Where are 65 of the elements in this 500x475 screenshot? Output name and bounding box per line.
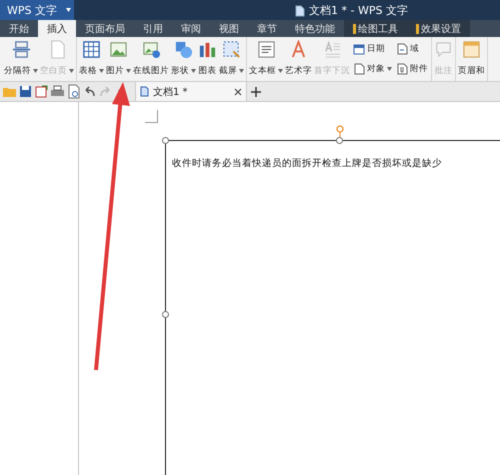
caret-icon	[191, 69, 196, 73]
resize-handle[interactable]	[162, 311, 169, 318]
table-icon	[82, 40, 101, 59]
export-icon[interactable]	[34, 84, 49, 99]
ribbon-button[interactable]: 分隔符	[3, 37, 39, 81]
ribbon-tab[interactable]: 效果设置	[407, 20, 470, 37]
ribbon-button[interactable]: 艺术字	[284, 37, 313, 81]
ribbon-button[interactable]: 图片	[105, 37, 132, 81]
caret-icon	[99, 69, 104, 73]
ribbon-button[interactable]: 在线图片	[132, 37, 170, 81]
ribbon-tab[interactable]: 开始	[0, 20, 38, 37]
ribbon-tab[interactable]: 引用	[134, 20, 172, 37]
caret-icon	[126, 69, 131, 73]
ribbon-button[interactable]: 图表	[197, 37, 218, 81]
shapes-icon	[174, 40, 193, 59]
screenshot-icon	[222, 40, 241, 59]
caret-icon	[239, 69, 244, 73]
ribbon-tab[interactable]: 章节	[248, 20, 286, 37]
calendar-icon	[353, 43, 365, 55]
document-tab[interactable]: 文档1 *	[135, 82, 247, 101]
bar-chart-icon	[198, 40, 217, 59]
ribbon-tab[interactable]: 插入	[38, 20, 76, 37]
document-icon	[140, 86, 149, 97]
ribbon-tab[interactable]: 页面布局	[76, 20, 134, 37]
document-text: 收件时请务必当着快递员的面拆开检查上牌是否损坏或是缺少	[172, 157, 443, 170]
ribbon-button[interactable]: 文本框	[248, 37, 284, 81]
print-preview-icon[interactable]	[66, 84, 81, 99]
ribbon-tab[interactable]: 视图	[210, 20, 248, 37]
caret-icon	[278, 69, 283, 73]
caret-icon	[33, 69, 38, 73]
caret-icon	[66, 8, 71, 12]
ribbon-button[interactable]: 附件	[396, 63, 428, 75]
caret-icon	[69, 69, 74, 73]
ribbon-button[interactable]: 页眉和	[457, 37, 486, 81]
attachment-icon	[396, 63, 408, 75]
ribbon-button[interactable]: 截屏	[218, 37, 245, 81]
window-title: 文档1 * - WPS 文字	[309, 3, 408, 18]
resize-handle[interactable]	[162, 137, 169, 144]
comment-icon	[434, 40, 453, 59]
ribbon-button[interactable]: 形状	[170, 37, 197, 81]
plus-icon	[251, 86, 261, 96]
ribbon-button[interactable]: 日期	[353, 43, 392, 55]
text-box-icon	[256, 40, 276, 59]
save-icon[interactable]	[18, 84, 33, 99]
ribbon-button[interactable]: 对象	[353, 63, 392, 75]
resize-handle[interactable]	[336, 137, 343, 144]
ribbon-button[interactable]: 表格	[78, 37, 105, 81]
separator-icon	[12, 40, 30, 59]
print-icon[interactable]	[50, 84, 65, 99]
online-image-icon	[142, 40, 160, 59]
image-icon	[109, 40, 128, 59]
ribbon-tab[interactable]: 审阅	[172, 20, 210, 37]
drop-cap-icon	[322, 40, 342, 59]
field-icon	[396, 43, 408, 55]
ribbon-tab[interactable]: 特色功能	[286, 20, 344, 37]
letter-a-icon	[289, 40, 308, 59]
header-footer-icon	[462, 40, 481, 59]
app-menu-button[interactable]: WPS 文字	[0, 0, 74, 20]
text-frame[interactable]: 收件时请务必当着快递员的面拆开检查上牌是否损坏或是缺少	[165, 140, 500, 475]
close-icon[interactable]	[234, 88, 242, 96]
ribbon-tab[interactable]: 绘图工具	[344, 20, 407, 37]
ribbon-button[interactable]: 域	[396, 43, 428, 55]
document-icon	[295, 4, 305, 16]
object-icon	[353, 63, 365, 75]
caret-icon	[387, 67, 392, 71]
